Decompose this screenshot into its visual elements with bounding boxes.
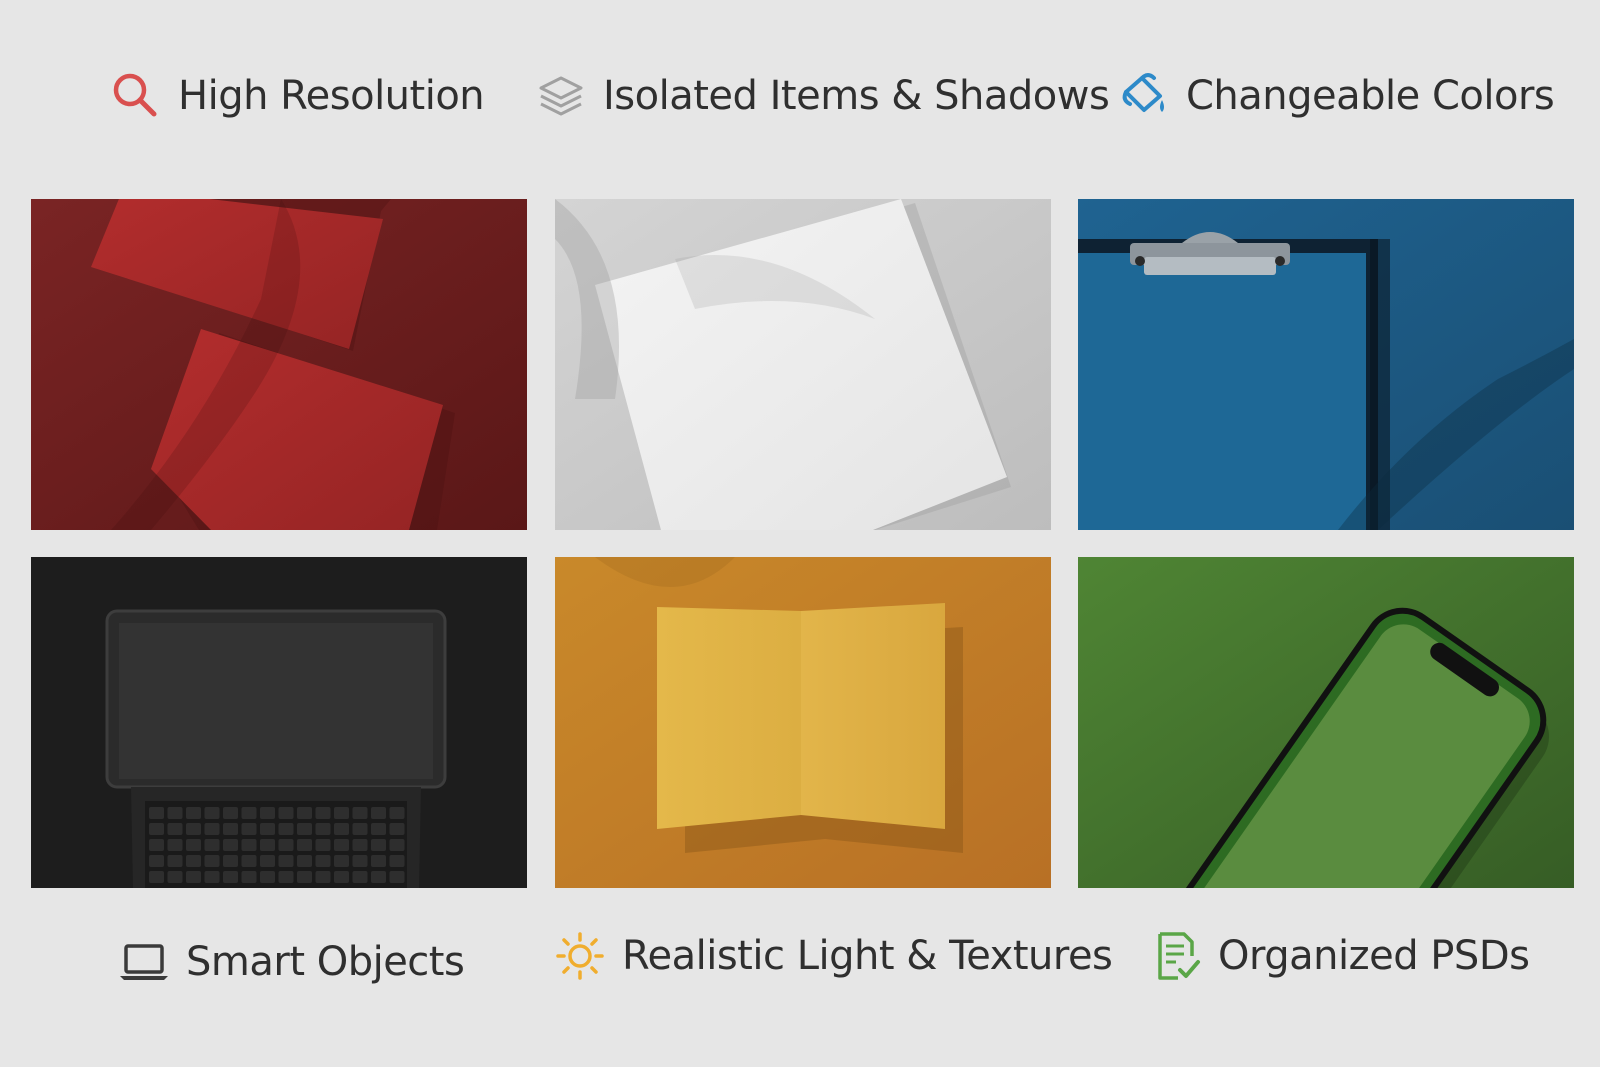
keyboard-key — [278, 823, 294, 835]
feature-label: Smart Objects — [186, 939, 465, 985]
keyboard-key — [371, 871, 386, 883]
keyboard-key — [204, 855, 220, 867]
keyboard-key — [315, 823, 331, 835]
feature-label: Realistic Light & Textures — [622, 933, 1113, 979]
keyboard-key — [223, 855, 238, 867]
clipboard-paper — [1078, 253, 1366, 530]
keyboard-key — [149, 807, 164, 819]
feature-organized-psds: Organized PSDs — [1150, 930, 1530, 982]
keyboard-key — [297, 871, 312, 883]
laptop-screen — [119, 623, 433, 779]
laptop-icon — [120, 944, 168, 980]
keyboard-key — [204, 823, 220, 835]
feature-realistic-light: Realistic Light & Textures — [554, 930, 1113, 982]
search-icon — [113, 73, 157, 117]
keyboard-key — [297, 823, 312, 835]
keyboard-key — [334, 871, 349, 883]
keyboard-key — [204, 871, 220, 883]
keyboard-key — [278, 839, 294, 851]
feature-changeable-colors: Changeable Colors — [1118, 70, 1555, 122]
keyboard-key — [389, 807, 405, 819]
tile-smartphone — [1078, 557, 1574, 888]
keyboard-key — [241, 855, 257, 867]
keyboard-key — [260, 871, 275, 883]
keyboard-key — [186, 807, 201, 819]
feature-isolated-items: Isolated Items & Shadows — [535, 70, 1110, 122]
keyboard-key — [241, 871, 257, 883]
feature-label: Organized PSDs — [1218, 933, 1530, 979]
feature-label: Isolated Items & Shadows — [603, 73, 1110, 119]
keyboard-key — [223, 807, 238, 819]
keyboard-key — [223, 839, 238, 851]
keyboard-key — [167, 855, 183, 867]
keyboard-key — [315, 839, 331, 851]
tile-folded-card — [555, 557, 1051, 888]
keyboard-key — [352, 807, 368, 819]
keyboard-key — [241, 823, 257, 835]
paint-bucket-icon — [1122, 73, 1164, 112]
keyboard-key — [371, 839, 386, 851]
keyboard-key — [260, 839, 275, 851]
keyboard-key — [149, 839, 164, 851]
keyboard-key — [149, 823, 164, 835]
keyboard-key — [297, 839, 312, 851]
feature-label: Changeable Colors — [1186, 73, 1555, 119]
keyboard-key — [297, 807, 312, 819]
keyboard-key — [167, 807, 183, 819]
keyboard-key — [389, 855, 405, 867]
keyboard-key — [334, 823, 349, 835]
keyboard-key — [260, 823, 275, 835]
document-check-icon — [1158, 932, 1200, 980]
keyboard-key — [186, 823, 201, 835]
keyboard-key — [149, 871, 164, 883]
feature-label: High Resolution — [178, 73, 485, 119]
keyboard-key — [352, 871, 368, 883]
folded-card-right — [801, 603, 945, 829]
folded-card-left — [657, 607, 801, 829]
keyboard-key — [278, 807, 294, 819]
keyboard-key — [167, 823, 183, 835]
keyboard-key — [167, 871, 183, 883]
keyboard-key — [352, 839, 368, 851]
keyboard-key — [315, 855, 331, 867]
keyboard-key — [241, 807, 257, 819]
keyboard-key — [204, 839, 220, 851]
tile-square-paper — [555, 199, 1051, 530]
keyboard-key — [223, 871, 238, 883]
keyboard-key — [371, 855, 386, 867]
keyboard-key — [260, 855, 275, 867]
keyboard-key — [278, 871, 294, 883]
laptop-keyboard — [145, 801, 407, 888]
tile-clipboard — [1078, 199, 1574, 530]
keyboard-key — [186, 839, 201, 851]
keyboard-key — [223, 823, 238, 835]
keyboard-key — [352, 823, 368, 835]
keyboard-key — [149, 855, 164, 867]
tile-laptop — [31, 557, 527, 888]
sun-icon — [556, 932, 604, 980]
keyboard-key — [334, 855, 349, 867]
keyboard-key — [260, 807, 275, 819]
keyboard-key — [389, 871, 405, 883]
keyboard-key — [241, 839, 257, 851]
keyboard-key — [315, 871, 331, 883]
layers-icon — [539, 76, 583, 116]
keyboard-key — [167, 839, 183, 851]
tile-business-cards — [31, 199, 527, 530]
keyboard-key — [334, 807, 349, 819]
keyboard-key — [371, 823, 386, 835]
keyboard-key — [371, 807, 386, 819]
keyboard-key — [352, 855, 368, 867]
keyboard-key — [186, 871, 201, 883]
keyboard-key — [389, 823, 405, 835]
keyboard-key — [389, 839, 405, 851]
feature-smart-objects: Smart Objects — [118, 936, 465, 988]
keyboard-key — [297, 855, 312, 867]
keyboard-key — [315, 807, 331, 819]
keyboard-key — [204, 807, 220, 819]
keyboard-key — [278, 855, 294, 867]
keyboard-key — [334, 839, 349, 851]
keyboard-key — [186, 855, 201, 867]
feature-high-resolution: High Resolution — [110, 70, 485, 122]
